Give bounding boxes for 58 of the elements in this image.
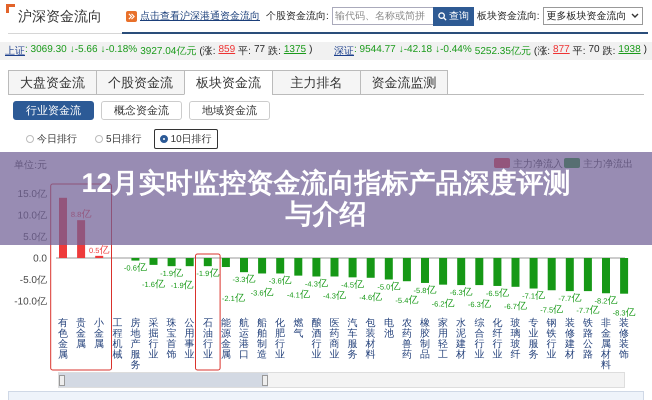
category-label: 工程机械 [112,318,122,360]
category-label: 贵金属 [76,318,86,350]
category-label: 石油行业 [202,318,213,360]
category-label: 航运港口 [239,318,249,360]
y-tick-label: 0.0 [33,254,47,264]
y-tick-label: -10.0亿 [14,296,47,308]
flat-count: 70 [588,44,600,57]
flat-count: 77 [254,44,266,57]
index-price: : 9544.77 [354,44,396,57]
category-label: 装修建材 [564,318,575,360]
section-title: 沪深资金流向 [18,8,102,26]
category-label: 房地产服务 [130,318,140,371]
category-label: 农药兽药 [402,318,412,360]
rise-label: (涨: [534,44,550,58]
category-label: 专业服务 [528,318,539,360]
flat-label: 平: [238,45,251,58]
category-label: 电池 [384,318,394,340]
category-label: 化纤行业 [492,318,502,360]
category-label: 装修装饰 [619,318,630,360]
banner-title: 12月实时监控资金流向指标产品深度评测 [81,168,571,198]
category-label: 铁路公路 [582,318,593,360]
flat-label: 平: [572,45,586,58]
index-change-percent: ↓-0.18% [100,44,138,57]
category-label: 橡胶制品 [420,318,430,360]
category-label: 化肥行业 [275,318,286,360]
close-paren: ) [309,44,312,57]
category-label: 医药商业 [330,318,340,360]
category-label: 船舶制造 [257,318,268,360]
category-label: 玻璃玻纤 [510,318,520,360]
category-label: 综合行业 [474,318,484,360]
category-label: 小金属 [94,318,104,350]
category-label: 燃气 [293,318,304,340]
category-label: 汽车服务 [348,318,358,360]
category-label: 家用轻工 [438,318,448,360]
fall-label: 跌: [602,44,616,58]
y-tick-label: -5.0亿 [20,275,47,286]
stock-flow-label: 个股资金流向: [266,10,329,23]
category-label: 公用事业 [184,318,195,360]
banner-title: 与介绍 [286,198,366,230]
index-change-percent: ↓-0.44% [435,44,472,57]
category-label: 有色金属 [58,318,68,360]
category-label: 采掘行业 [148,318,158,360]
index-turnover: 5252.35亿元 [474,45,531,58]
index-change: ↓-42.18 [398,44,432,57]
close-paren: ) [644,44,647,57]
sector-flow-label: 板块资金流向: [476,10,540,23]
category-label: 能源金属 [220,318,231,360]
rise-label: (涨: [199,44,216,58]
category-label: 珠宝首饰 [166,318,177,360]
category-label: 钢铁行业 [546,318,557,360]
category-label: 非金属材料 [601,318,611,371]
fall-label: 跌: [268,44,281,58]
index-turnover: 3927.04亿元 [140,45,196,58]
category-label: 酿酒行业 [311,318,322,360]
index-price: : 3069.30 [25,44,67,57]
category-label: 包装材料 [366,318,376,360]
category-label: 水泥建材 [456,318,466,360]
index-change: ↓-5.66 [70,44,98,57]
